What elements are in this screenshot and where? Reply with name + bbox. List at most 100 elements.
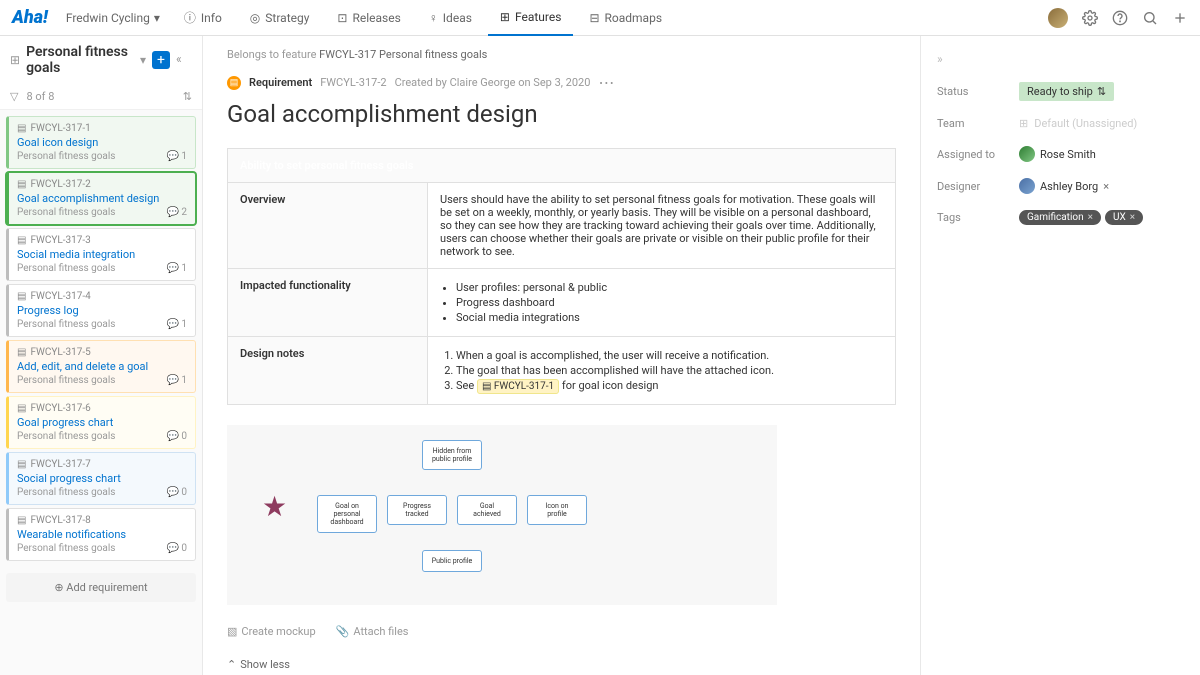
nav-roadmaps[interactable]: ⊟Roadmaps (577, 0, 674, 36)
chevron-down-icon[interactable]: ▾ (140, 53, 146, 67)
nav-ideas[interactable]: ♀Ideas (417, 0, 484, 36)
requirement-card[interactable]: ▤FWCYL-317-8Wearable notificationsPerson… (6, 508, 196, 561)
design-list[interactable]: When a goal is accomplished, the user wi… (428, 337, 896, 405)
comment-icon: 💬 (167, 263, 179, 274)
expand-aside-icon[interactable]: » (937, 52, 1184, 66)
impacted-label: Impacted functionality (228, 269, 428, 337)
card-icon: ▤ (17, 179, 26, 190)
user-avatar[interactable] (1048, 8, 1068, 28)
plus-icon[interactable] (1172, 10, 1188, 26)
requirement-card[interactable]: ▤FWCYL-317-5Add, edit, and delete a goal… (6, 340, 196, 393)
card-icon: ▤ (17, 235, 26, 246)
add-requirement-button[interactable]: ⊕ Add requirement (6, 573, 196, 602)
card-ref: FWCYL-317-7 (30, 459, 90, 470)
attach-files-button[interactable]: 📎Attach files (336, 625, 409, 638)
avatar (1019, 146, 1035, 162)
diagram-image[interactable]: ★ Goal on personal dashboard Progress tr… (227, 425, 777, 605)
card-title: Add, edit, and delete a goal (17, 360, 187, 373)
card-project: Personal fitness goals (17, 487, 115, 498)
remove-icon[interactable]: × (1103, 180, 1109, 193)
assigned-person[interactable]: Rose Smith (1019, 146, 1096, 162)
comment-count: 💬1 (167, 151, 187, 162)
nav-releases[interactable]: ⊡Releases (325, 0, 412, 36)
collapse-icon: ⌃ (227, 658, 236, 671)
diagram-node: Progress tracked (387, 495, 447, 525)
requirement-card[interactable]: ▤FWCYL-317-2Goal accomplishment designPe… (6, 172, 196, 225)
paperclip-icon: 📎 (336, 625, 350, 638)
comment-icon: 💬 (167, 487, 179, 498)
tag-chip[interactable]: Gamification × (1019, 210, 1101, 225)
show-less-toggle[interactable]: ⌃ Show less (227, 650, 896, 675)
impacted-list[interactable]: User profiles: personal & publicProgress… (428, 269, 896, 337)
remove-icon[interactable]: × (1130, 212, 1135, 223)
requirement-card[interactable]: ▤FWCYL-317-3Social media integrationPers… (6, 228, 196, 281)
card-title: Goal icon design (17, 136, 187, 149)
search-icon[interactable] (1142, 10, 1158, 26)
star-icon: ★ (262, 490, 287, 523)
filter-icon[interactable]: ▽ (10, 90, 18, 103)
list-item: See ▤ FWCYL-317-1 for goal icon design (456, 379, 883, 392)
list-item: User profiles: personal & public (456, 281, 883, 294)
collapse-sidebar-icon[interactable]: « (176, 52, 192, 68)
team-label: Team (937, 117, 1007, 130)
design-label: Design notes (228, 337, 428, 405)
diagram-node: Goal on personal dashboard (317, 495, 377, 533)
nav-icon: ◎ (250, 11, 260, 25)
add-button[interactable]: + (152, 51, 170, 69)
card-icon: ▤ (17, 291, 26, 302)
breadcrumb-link[interactable]: FWCYL-317 Personal fitness goals (319, 48, 487, 61)
tags-field[interactable]: Gamification × UX × (1019, 210, 1147, 225)
card-icon: ▤ (17, 515, 26, 526)
card-title: Social progress chart (17, 472, 187, 485)
comment-count: 💬1 (167, 375, 187, 386)
card-icon: ▤ (17, 403, 26, 414)
requirement-card[interactable]: ▤FWCYL-317-1Goal icon designPersonal fit… (6, 116, 196, 169)
designer-label: Designer (937, 180, 1007, 193)
team-icon: ⊞ (1019, 117, 1028, 130)
nav-info[interactable]: ⓘInfo (172, 0, 234, 36)
overview-text[interactable]: Users should have the ability to set per… (428, 183, 896, 269)
more-menu-icon[interactable]: ⋯ (598, 73, 616, 92)
designer-person[interactable]: Ashley Borg× (1019, 178, 1109, 194)
team-field[interactable]: ⊞Default (Unassigned) (1019, 117, 1137, 130)
help-icon[interactable] (1112, 10, 1128, 26)
product-switcher[interactable]: Fredwin Cycling ▾ (58, 7, 168, 29)
comment-count: 💬1 (167, 319, 187, 330)
requirement-card[interactable]: ▤FWCYL-317-7Social progress chartPersona… (6, 452, 196, 505)
logo[interactable]: Aha! (12, 7, 48, 28)
tag-chip[interactable]: UX × (1105, 210, 1143, 225)
sort-icon: ⇅ (1097, 85, 1106, 98)
requirement-card[interactable]: ▤FWCYL-317-4Progress logPersonal fitness… (6, 284, 196, 337)
comment-icon: 💬 (167, 543, 179, 554)
comment-count: 💬0 (167, 543, 187, 554)
chevron-down-icon: ▾ (154, 11, 160, 25)
page-title[interactable]: Goal accomplishment design (227, 100, 896, 128)
sidebar-title[interactable]: Personal fitness goals (26, 44, 134, 76)
remove-icon[interactable]: × (1088, 212, 1093, 223)
card-project: Personal fitness goals (17, 207, 115, 218)
comment-icon: 💬 (167, 151, 179, 162)
requirement-list: ▤FWCYL-317-1Goal icon designPersonal fit… (0, 110, 202, 567)
comment-count: 💬1 (167, 263, 187, 274)
card-icon: ▤ (17, 123, 26, 134)
comment-icon: 💬 (167, 319, 179, 330)
card-project: Personal fitness goals (17, 319, 115, 330)
create-mockup-button[interactable]: ▧Create mockup (227, 625, 316, 638)
card-title: Progress log (17, 304, 187, 317)
reference-chip[interactable]: ▤ FWCYL-317-1 (477, 379, 559, 394)
requirement-card[interactable]: ▤FWCYL-317-6Goal progress chartPersonal … (6, 396, 196, 449)
status-dropdown[interactable]: Ready to ship⇅ (1019, 82, 1114, 101)
nav-icon: ♀ (429, 11, 438, 25)
gear-icon[interactable] (1082, 10, 1098, 26)
nav-strategy[interactable]: ◎Strategy (238, 0, 322, 36)
card-project: Personal fitness goals (17, 263, 115, 274)
list-item: The goal that has been accomplished will… (456, 364, 883, 377)
card-project: Personal fitness goals (17, 151, 115, 162)
list-item: When a goal is accomplished, the user wi… (456, 349, 883, 362)
sort-icon[interactable]: ⇅ (183, 90, 192, 103)
breadcrumb: Belongs to feature FWCYL-317 Personal fi… (227, 48, 896, 61)
breadcrumb-label: Belongs to feature (227, 48, 316, 61)
card-project: Personal fitness goals (17, 375, 115, 386)
record-ref: FWCYL-317-2 (320, 76, 386, 89)
nav-features[interactable]: ⊞Features (488, 0, 574, 36)
